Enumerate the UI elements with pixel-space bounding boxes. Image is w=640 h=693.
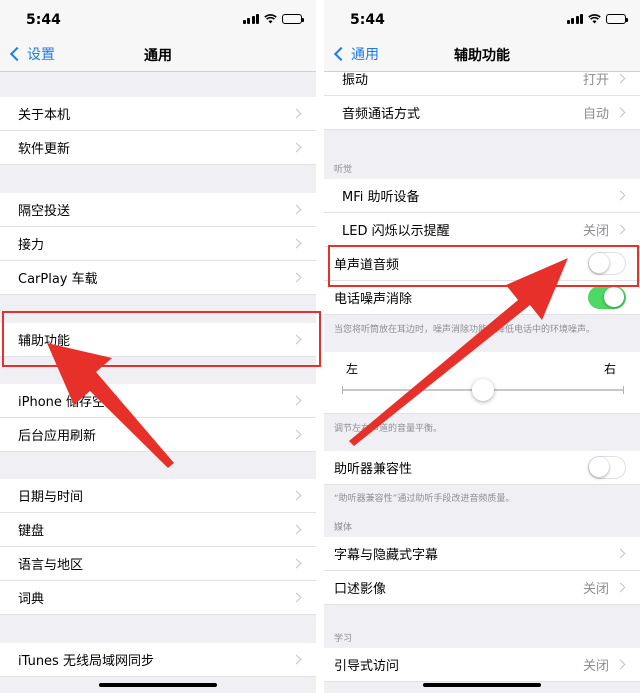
row-value: 关闭 xyxy=(582,224,609,239)
cellular-signal-icon xyxy=(566,14,583,24)
row-label: MFi 助听设备 xyxy=(342,190,420,205)
row-label: 隔空投送 xyxy=(18,204,71,219)
row-label: 接力 xyxy=(18,238,45,253)
row-label: CarPlay 车载 xyxy=(18,272,98,287)
noise-cancellation-footnote: 当您将听筒放在耳边时，噪声消除功能会降低电话中的环境噪声。 xyxy=(334,325,596,335)
highlight-box-mono-audio xyxy=(328,245,639,287)
settings-row-audio-descriptions[interactable]: 口述影像 关闭 xyxy=(324,571,640,605)
chevron-right-icon xyxy=(291,142,302,153)
chevron-right-icon xyxy=(291,592,302,603)
chevron-right-icon xyxy=(291,654,302,665)
settings-row-background-refresh[interactable]: 后台应用刷新 xyxy=(0,418,316,452)
settings-row-guided-access[interactable]: 引导式访问 关闭 xyxy=(324,648,640,682)
row-label: iTunes 无线局域网同步 xyxy=(18,654,154,669)
row-label: 词典 xyxy=(18,592,45,607)
navigation-bar: 通用 辅助功能 xyxy=(324,36,640,72)
balance-left-label: 左 xyxy=(346,362,359,376)
chevron-right-icon xyxy=(291,429,302,440)
chevron-right-icon xyxy=(615,73,626,84)
chevron-right-icon xyxy=(291,272,302,283)
row-label: 语言与地区 xyxy=(18,558,84,573)
page-title: 通用 xyxy=(144,48,172,64)
settings-row-handoff[interactable]: 接力 xyxy=(0,227,316,261)
chevron-right-icon xyxy=(291,395,302,406)
chevron-right-icon xyxy=(615,582,626,593)
section-header-hearing: 听觉 xyxy=(334,165,353,175)
navigation-bar: 设置 通用 xyxy=(0,36,316,72)
slider-tick xyxy=(623,386,624,394)
chevron-right-icon xyxy=(615,107,626,118)
row-label: iPhone 储存空间 xyxy=(18,395,119,410)
row-label: 键盘 xyxy=(18,524,45,539)
status-bar: 5:44 xyxy=(0,0,316,36)
home-indicator xyxy=(423,683,541,687)
row-value: 关闭 xyxy=(582,659,609,674)
settings-row-subtitles-captioning[interactable]: 字幕与隐藏式字幕 xyxy=(324,537,640,571)
balance-slider-track[interactable] xyxy=(342,379,624,401)
row-label: 后台应用刷新 xyxy=(18,429,97,444)
row-value: 自动 xyxy=(582,107,609,122)
row-label: 电话噪声消除 xyxy=(334,292,413,307)
row-label: 口述影像 xyxy=(334,582,387,597)
wifi-icon xyxy=(588,14,601,24)
balance-right-label: 右 xyxy=(603,362,616,376)
slider-tick xyxy=(342,386,343,394)
settings-row-itunes-wifi-sync[interactable]: iTunes 无线局域网同步 xyxy=(0,643,316,677)
balance-slider-thumb[interactable] xyxy=(472,379,494,401)
row-label: 字幕与隐藏式字幕 xyxy=(334,548,439,563)
settings-row-mfi-hearing-devices[interactable]: MFi 助听设备 xyxy=(324,179,640,213)
home-indicator xyxy=(99,683,217,687)
row-label: 关于本机 xyxy=(18,108,71,123)
settings-row-language-region[interactable]: 语言与地区 xyxy=(0,547,316,581)
chevron-right-icon xyxy=(291,558,302,569)
settings-row-carplay[interactable]: CarPlay 车载 xyxy=(0,261,316,295)
status-time: 5:44 xyxy=(26,12,61,28)
section-header-learning: 学习 xyxy=(334,634,353,644)
battery-icon xyxy=(282,14,304,24)
balance-footnote: 调节左右声道的音量平衡。 xyxy=(334,424,443,434)
settings-row-led-flash-alerts[interactable]: LED 闪烁以示提醒 关闭 xyxy=(324,213,640,247)
settings-row-keyboard[interactable]: 键盘 xyxy=(0,513,316,547)
wifi-icon xyxy=(264,14,277,24)
chevron-right-icon xyxy=(291,490,302,501)
chevron-right-icon xyxy=(615,659,626,670)
settings-row-about[interactable]: 关于本机 xyxy=(0,97,316,131)
row-label: 日期与时间 xyxy=(18,490,84,505)
chevron-right-icon xyxy=(615,224,626,235)
chevron-right-icon xyxy=(291,238,302,249)
settings-row-hearing-aid-compatibility: 助听器兼容性 xyxy=(324,451,640,485)
status-bar: 5:44 xyxy=(324,0,640,36)
hearing-aid-compatibility-toggle[interactable] xyxy=(588,456,626,479)
chevron-right-icon xyxy=(291,108,302,119)
row-label: 助听器兼容性 xyxy=(334,462,413,477)
accessibility-settings-screen: 振动 打开 5:44 通用 辅助功能 音频通话方式 自动 听觉 MFi 助听设备 L… xyxy=(324,0,640,693)
chevron-right-icon xyxy=(291,204,302,215)
status-time: 5:44 xyxy=(350,12,385,28)
row-label: 音频通话方式 xyxy=(342,107,421,122)
settings-row-date-time[interactable]: 日期与时间 xyxy=(0,479,316,513)
hearing-aid-footnote: “助听器兼容性”通过助听手段改进音频质量。 xyxy=(334,494,515,504)
toggle-knob xyxy=(589,457,609,477)
audio-balance-control: 左 右 xyxy=(324,352,640,414)
toggle-knob xyxy=(604,287,624,307)
page-title: 辅助功能 xyxy=(454,48,510,64)
cellular-signal-icon xyxy=(242,14,259,24)
noise-cancellation-toggle[interactable] xyxy=(588,286,626,309)
settings-row-software-update[interactable]: 软件更新 xyxy=(0,131,316,165)
row-value: 关闭 xyxy=(582,582,609,597)
chevron-right-icon xyxy=(291,524,302,535)
chevron-right-icon xyxy=(615,548,626,559)
settings-row-airdrop[interactable]: 隔空投送 xyxy=(0,193,316,227)
row-label: 引导式访问 xyxy=(334,659,400,674)
battery-icon xyxy=(606,14,628,24)
row-label: 软件更新 xyxy=(18,142,71,157)
highlight-box-accessibility xyxy=(2,311,321,367)
section-header-media: 媒体 xyxy=(334,523,353,533)
settings-row-call-audio-routing[interactable]: 音频通话方式 自动 xyxy=(324,96,640,130)
row-label: LED 闪烁以示提醒 xyxy=(342,224,450,239)
settings-row-dictionary[interactable]: 词典 xyxy=(0,581,316,615)
settings-row-iphone-storage[interactable]: iPhone 储存空间 xyxy=(0,384,316,418)
chevron-right-icon xyxy=(615,190,626,201)
